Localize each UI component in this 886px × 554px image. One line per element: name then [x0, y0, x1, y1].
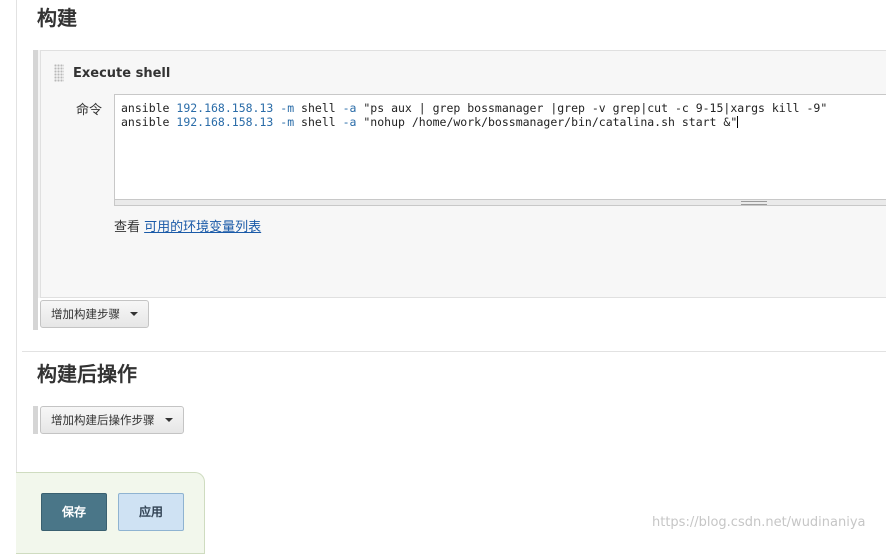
section-title-post-build: 构建后操作	[37, 362, 137, 386]
step-panel: Execute shell 命令 ansible 192.168.158.13 …	[40, 50, 886, 298]
command-line-2: ansible 192.168.158.13 -m shell -a "nohu…	[121, 115, 739, 129]
env-vars-line: 查看 可用的环境变量列表	[114, 216, 261, 235]
textarea-resize-handle[interactable]	[114, 200, 886, 206]
add-build-step-button[interactable]: 增加构建步骤	[40, 300, 149, 328]
post-build-side-bar	[33, 406, 38, 434]
step-title: Execute shell	[73, 66, 171, 81]
add-build-step-label: 增加构建步骤	[51, 307, 120, 321]
command-line-1: ansible 192.168.158.13 -m shell -a "ps a…	[121, 101, 828, 115]
chevron-down-icon	[130, 312, 138, 316]
apply-button[interactable]: 应用	[118, 493, 184, 531]
section-divider	[22, 351, 886, 352]
watermark: https://blog.csdn.net/wudinaniya	[652, 515, 866, 530]
command-label: 命令	[76, 103, 103, 118]
text-cursor	[737, 116, 739, 128]
drag-handle-icon[interactable]	[54, 64, 64, 82]
resize-grip-icon	[741, 201, 767, 205]
step-side-bar	[33, 50, 38, 330]
save-button[interactable]: 保存	[41, 493, 107, 531]
section-title-build: 构建	[37, 6, 77, 30]
chevron-down-icon	[164, 418, 173, 422]
env-prefix: 查看	[114, 220, 145, 235]
build-step-execute-shell: Execute shell 命令 ansible 192.168.158.13 …	[33, 50, 886, 330]
add-post-build-step-button[interactable]: 增加构建后操作步骤	[40, 406, 184, 434]
left-border	[16, 0, 17, 542]
command-textarea[interactable]: ansible 192.168.158.13 -m shell -a "ps a…	[114, 94, 886, 200]
env-vars-link[interactable]: 可用的环境变量列表	[144, 220, 261, 235]
add-post-build-step-label: 增加构建后操作步骤	[51, 413, 155, 427]
